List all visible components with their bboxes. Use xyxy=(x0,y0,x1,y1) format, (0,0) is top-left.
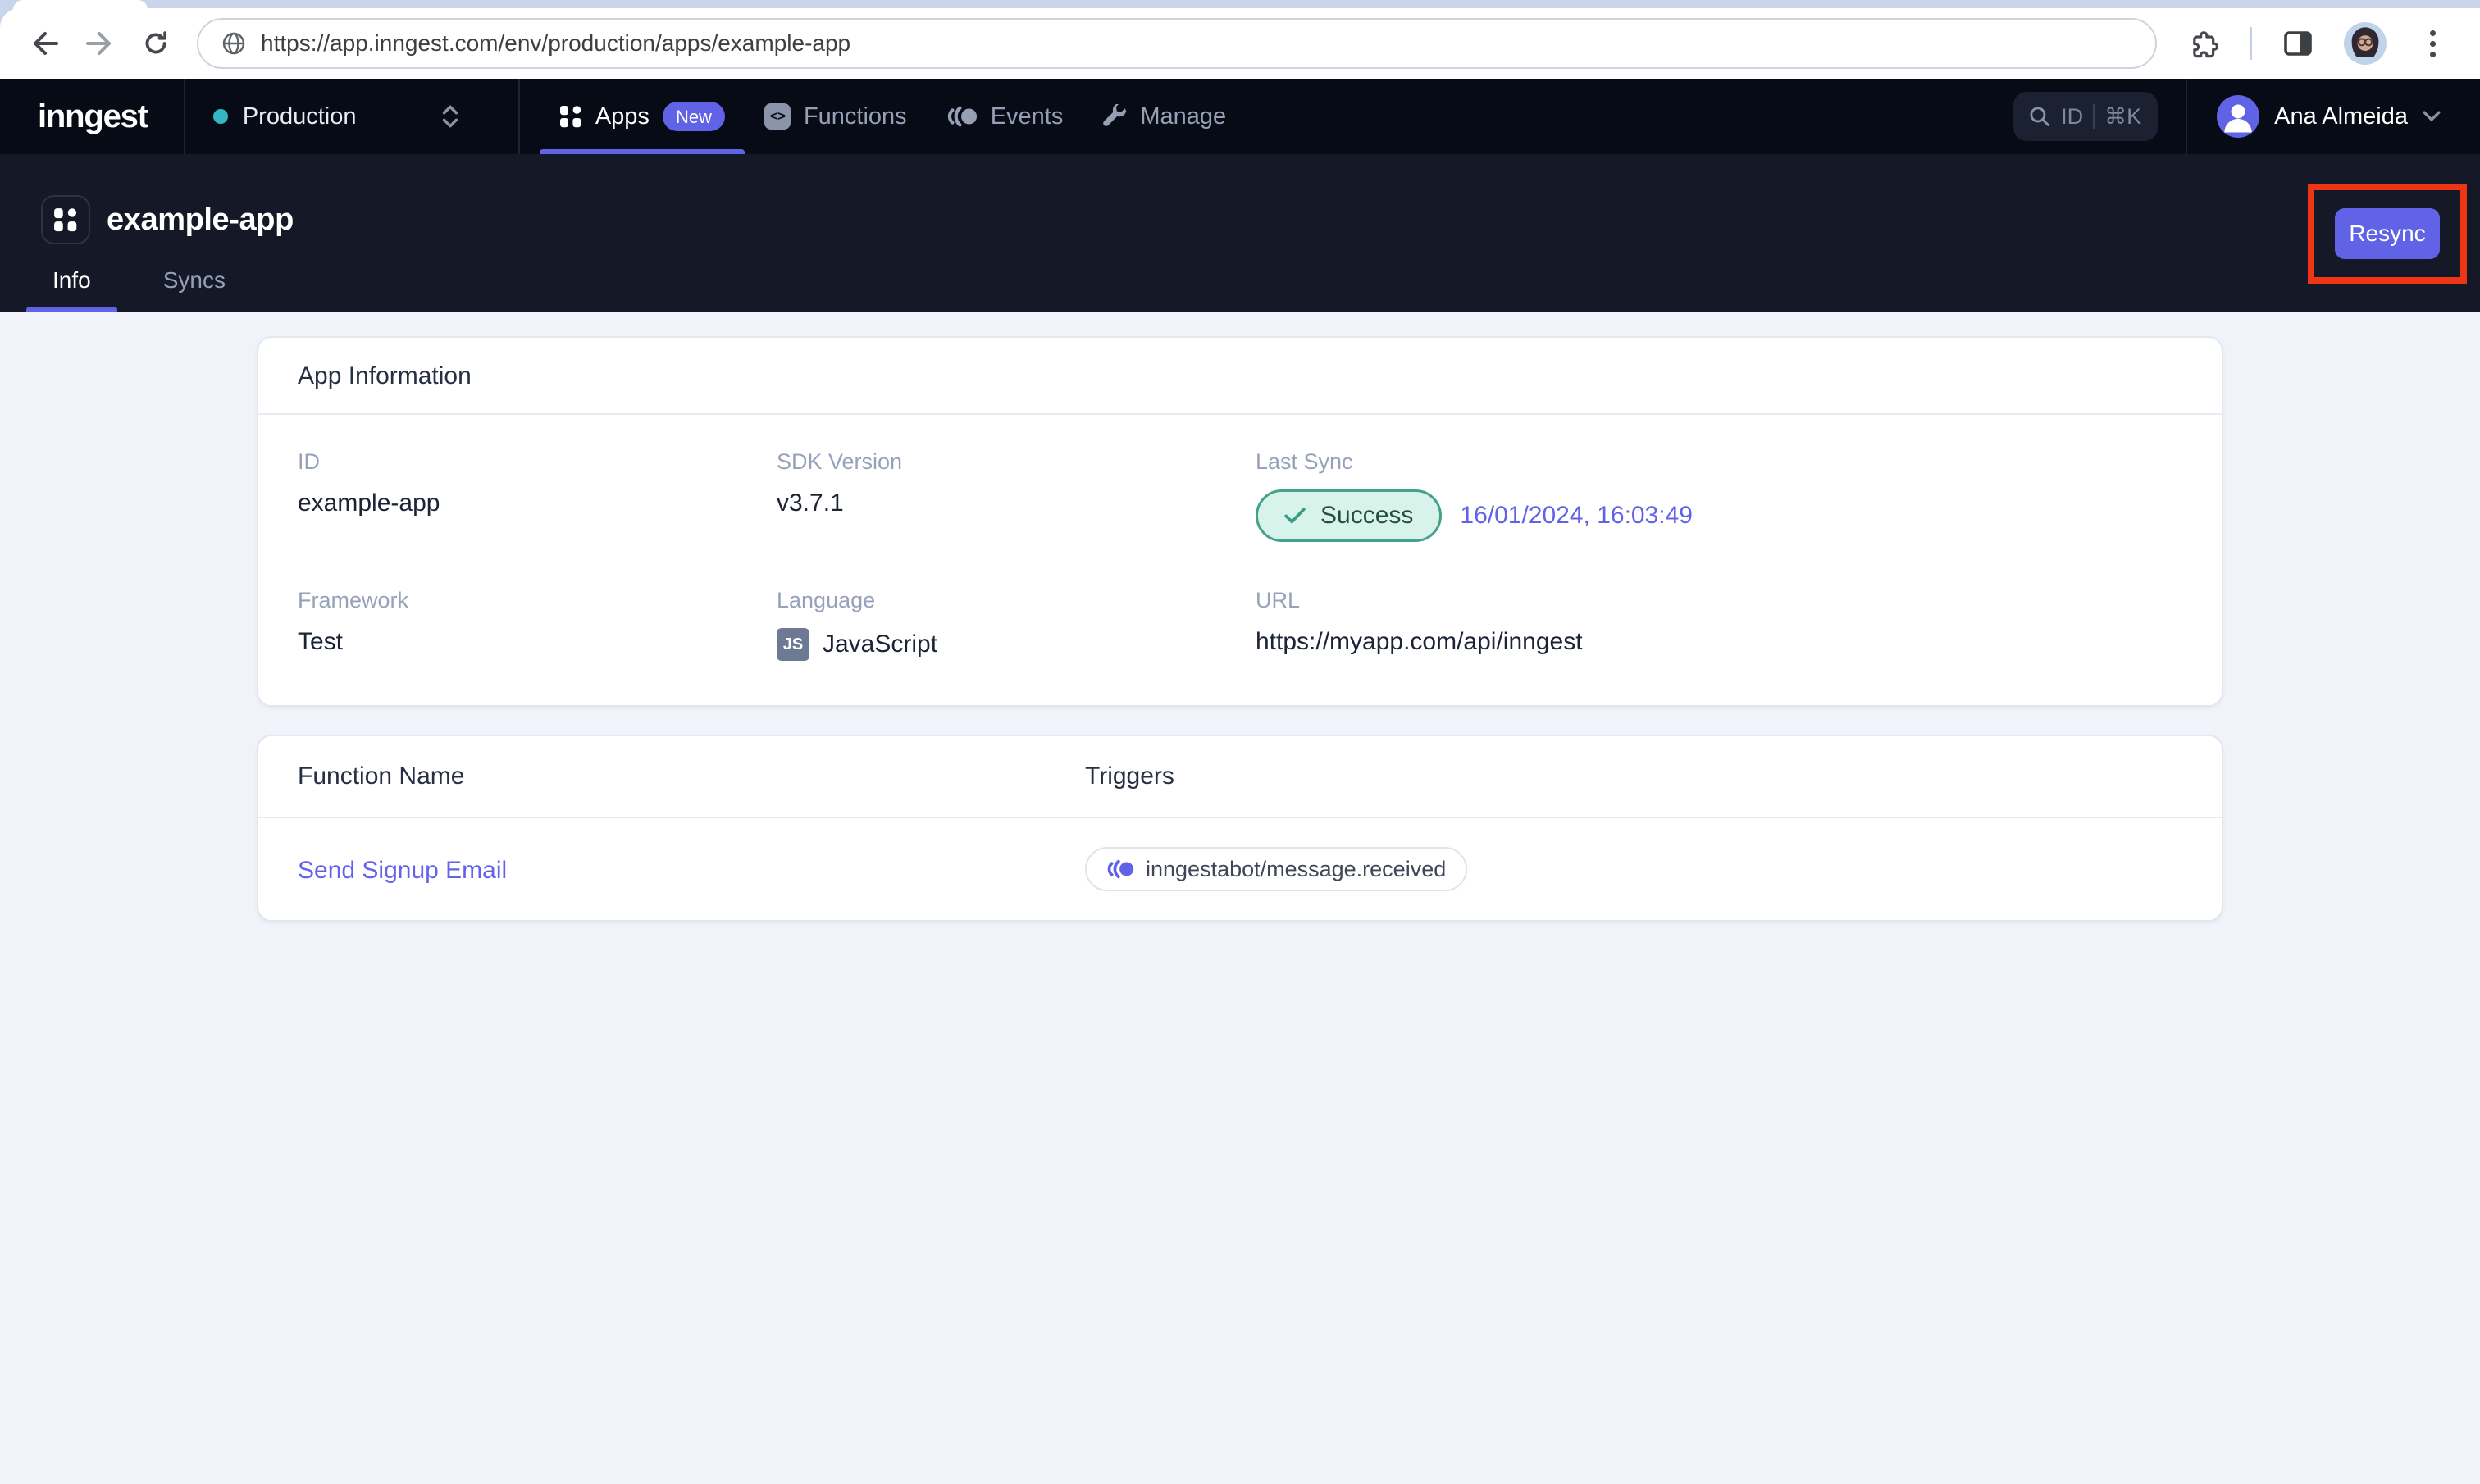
functions-table-card: Function Name Triggers Send Signup Email… xyxy=(257,735,2223,922)
search-label: ID xyxy=(2061,103,2084,129)
field-last-sync: Last Sync Success 16/01/2024, 16:03:49 xyxy=(1256,449,2182,542)
toolbar-divider xyxy=(2250,27,2252,60)
events-stream-icon xyxy=(946,105,978,128)
environment-selector[interactable]: Production xyxy=(185,79,482,154)
app-information-card: App Information ID example-app SDK Versi… xyxy=(257,336,2223,707)
page-title: example-app xyxy=(107,202,294,237)
extensions-icon xyxy=(2190,28,2219,59)
back-icon xyxy=(30,29,59,58)
column-function-name: Function Name xyxy=(298,762,465,790)
account-menu[interactable]: Ana Almeida xyxy=(2217,95,2441,138)
field-label: Framework xyxy=(298,588,409,612)
forward-button[interactable] xyxy=(72,16,128,71)
app-info-fields: ID example-app SDK Version v3.7.1 Last S… xyxy=(258,415,2222,705)
nav-item-label: Events xyxy=(990,102,1064,130)
field-sdk-version: SDK Version v3.7.1 xyxy=(777,449,1256,542)
browser-actions xyxy=(2177,16,2460,71)
field-label: SDK Version xyxy=(777,449,903,474)
app-navbar: inngest Production Apps New <> Functions… xyxy=(0,79,2480,154)
field-label: Last Sync xyxy=(1256,449,1353,474)
chevron-down-icon xyxy=(2423,110,2441,123)
status-text: Success xyxy=(1320,502,1414,529)
env-status-dot xyxy=(212,109,228,124)
navbar-divider xyxy=(2186,79,2188,154)
tab-syncs[interactable]: Syncs xyxy=(137,249,252,312)
annotation-highlight-box: Resync xyxy=(2308,184,2467,284)
browser-toolbar: https://app.inngest.com/env/production/a… xyxy=(0,8,2480,79)
sidebar-toggle-icon xyxy=(2283,30,2313,57)
trigger-event-icon xyxy=(1106,859,1134,879)
nav-item-events[interactable]: Events xyxy=(927,79,1083,154)
browser-chrome: https://app.inngest.com/env/production/a… xyxy=(0,0,2480,79)
select-chevrons-icon xyxy=(441,102,459,130)
field-id: ID example-app xyxy=(298,449,777,542)
back-button[interactable] xyxy=(16,16,72,71)
field-value: example-app xyxy=(298,489,440,517)
column-triggers: Triggers xyxy=(1085,762,1174,790)
trigger-badge[interactable]: inngestabot/message.received xyxy=(1085,847,1468,891)
field-value: Test xyxy=(298,628,344,655)
nav-item-functions[interactable]: <> Functions xyxy=(745,79,927,154)
field-label: Language xyxy=(777,588,876,612)
globe-icon xyxy=(221,31,246,56)
reload-icon xyxy=(142,30,170,57)
nav-item-label: Manage xyxy=(1140,102,1227,130)
resync-button[interactable]: Resync xyxy=(2335,208,2440,259)
nav-item-label: Apps xyxy=(595,102,650,130)
apps-grid-icon xyxy=(559,105,582,128)
reload-button[interactable] xyxy=(128,16,184,71)
field-language: Language JS JavaScript xyxy=(777,588,1256,661)
app-icon xyxy=(41,195,90,244)
forward-icon xyxy=(85,29,115,58)
manage-wrench-icon xyxy=(1102,104,1127,129)
card-title: App Information xyxy=(258,338,2222,415)
nav-item-manage[interactable]: Manage xyxy=(1083,79,1246,154)
function-link[interactable]: Send Signup Email xyxy=(298,857,507,884)
page-tabs: Info Syncs xyxy=(26,249,252,312)
javascript-badge-icon: JS xyxy=(777,628,809,661)
nav-item-apps[interactable]: Apps New xyxy=(539,79,745,154)
search-shortcut[interactable]: ID ⌘K xyxy=(2013,92,2159,141)
browser-profile-avatar[interactable] xyxy=(2344,22,2387,65)
sidebar-toggle-button[interactable] xyxy=(2270,16,2326,71)
table-header: Function Name Triggers xyxy=(258,736,2222,818)
inngest-logo: inngest xyxy=(38,98,148,134)
search-shortcut-keys: ⌘K xyxy=(2104,103,2142,129)
tab-info[interactable]: Info xyxy=(26,249,118,312)
status-badge: Success xyxy=(1256,489,1443,542)
env-name: Production xyxy=(242,102,357,130)
search-icon xyxy=(2028,105,2051,128)
field-value: https://myapp.com/api/inngest xyxy=(1256,628,1583,655)
page-header: example-app Info Syncs Resync xyxy=(0,154,2480,312)
field-value: JavaScript xyxy=(823,630,938,658)
field-framework: Framework Test xyxy=(298,588,777,661)
field-label: URL xyxy=(1256,588,1301,612)
field-value: v3.7.1 xyxy=(777,489,844,517)
user-name: Ana Almeida xyxy=(2274,102,2408,130)
user-avatar xyxy=(2217,95,2260,138)
new-badge: New xyxy=(662,102,725,131)
main-nav: Apps New <> Functions Events Manage xyxy=(539,79,1246,154)
trigger-name: inngestabot/message.received xyxy=(1146,856,1447,881)
field-label: ID xyxy=(298,449,320,474)
browser-menu-button[interactable] xyxy=(2405,16,2460,71)
kebab-menu-icon xyxy=(2416,30,2449,57)
nav-item-label: Functions xyxy=(803,102,907,130)
navbar-divider xyxy=(517,79,520,154)
check-icon xyxy=(1284,507,1306,525)
table-row: Send Signup Email inngestabot/message.re… xyxy=(258,818,2222,920)
app-title-row: example-app xyxy=(41,195,294,244)
url-text[interactable]: https://app.inngest.com/env/production/a… xyxy=(261,30,850,57)
main-content: App Information ID example-app SDK Versi… xyxy=(0,312,2480,1484)
extensions-button[interactable] xyxy=(2177,16,2232,71)
functions-code-icon: <> xyxy=(764,103,791,130)
browser-window: https://app.inngest.com/env/production/a… xyxy=(0,0,2480,1484)
url-bar[interactable]: https://app.inngest.com/env/production/a… xyxy=(197,18,2157,69)
search-divider xyxy=(2093,104,2095,129)
field-url: URL https://myapp.com/api/inngest xyxy=(1256,588,2182,661)
last-sync-timestamp-link[interactable]: 16/01/2024, 16:03:49 xyxy=(1460,502,1693,530)
